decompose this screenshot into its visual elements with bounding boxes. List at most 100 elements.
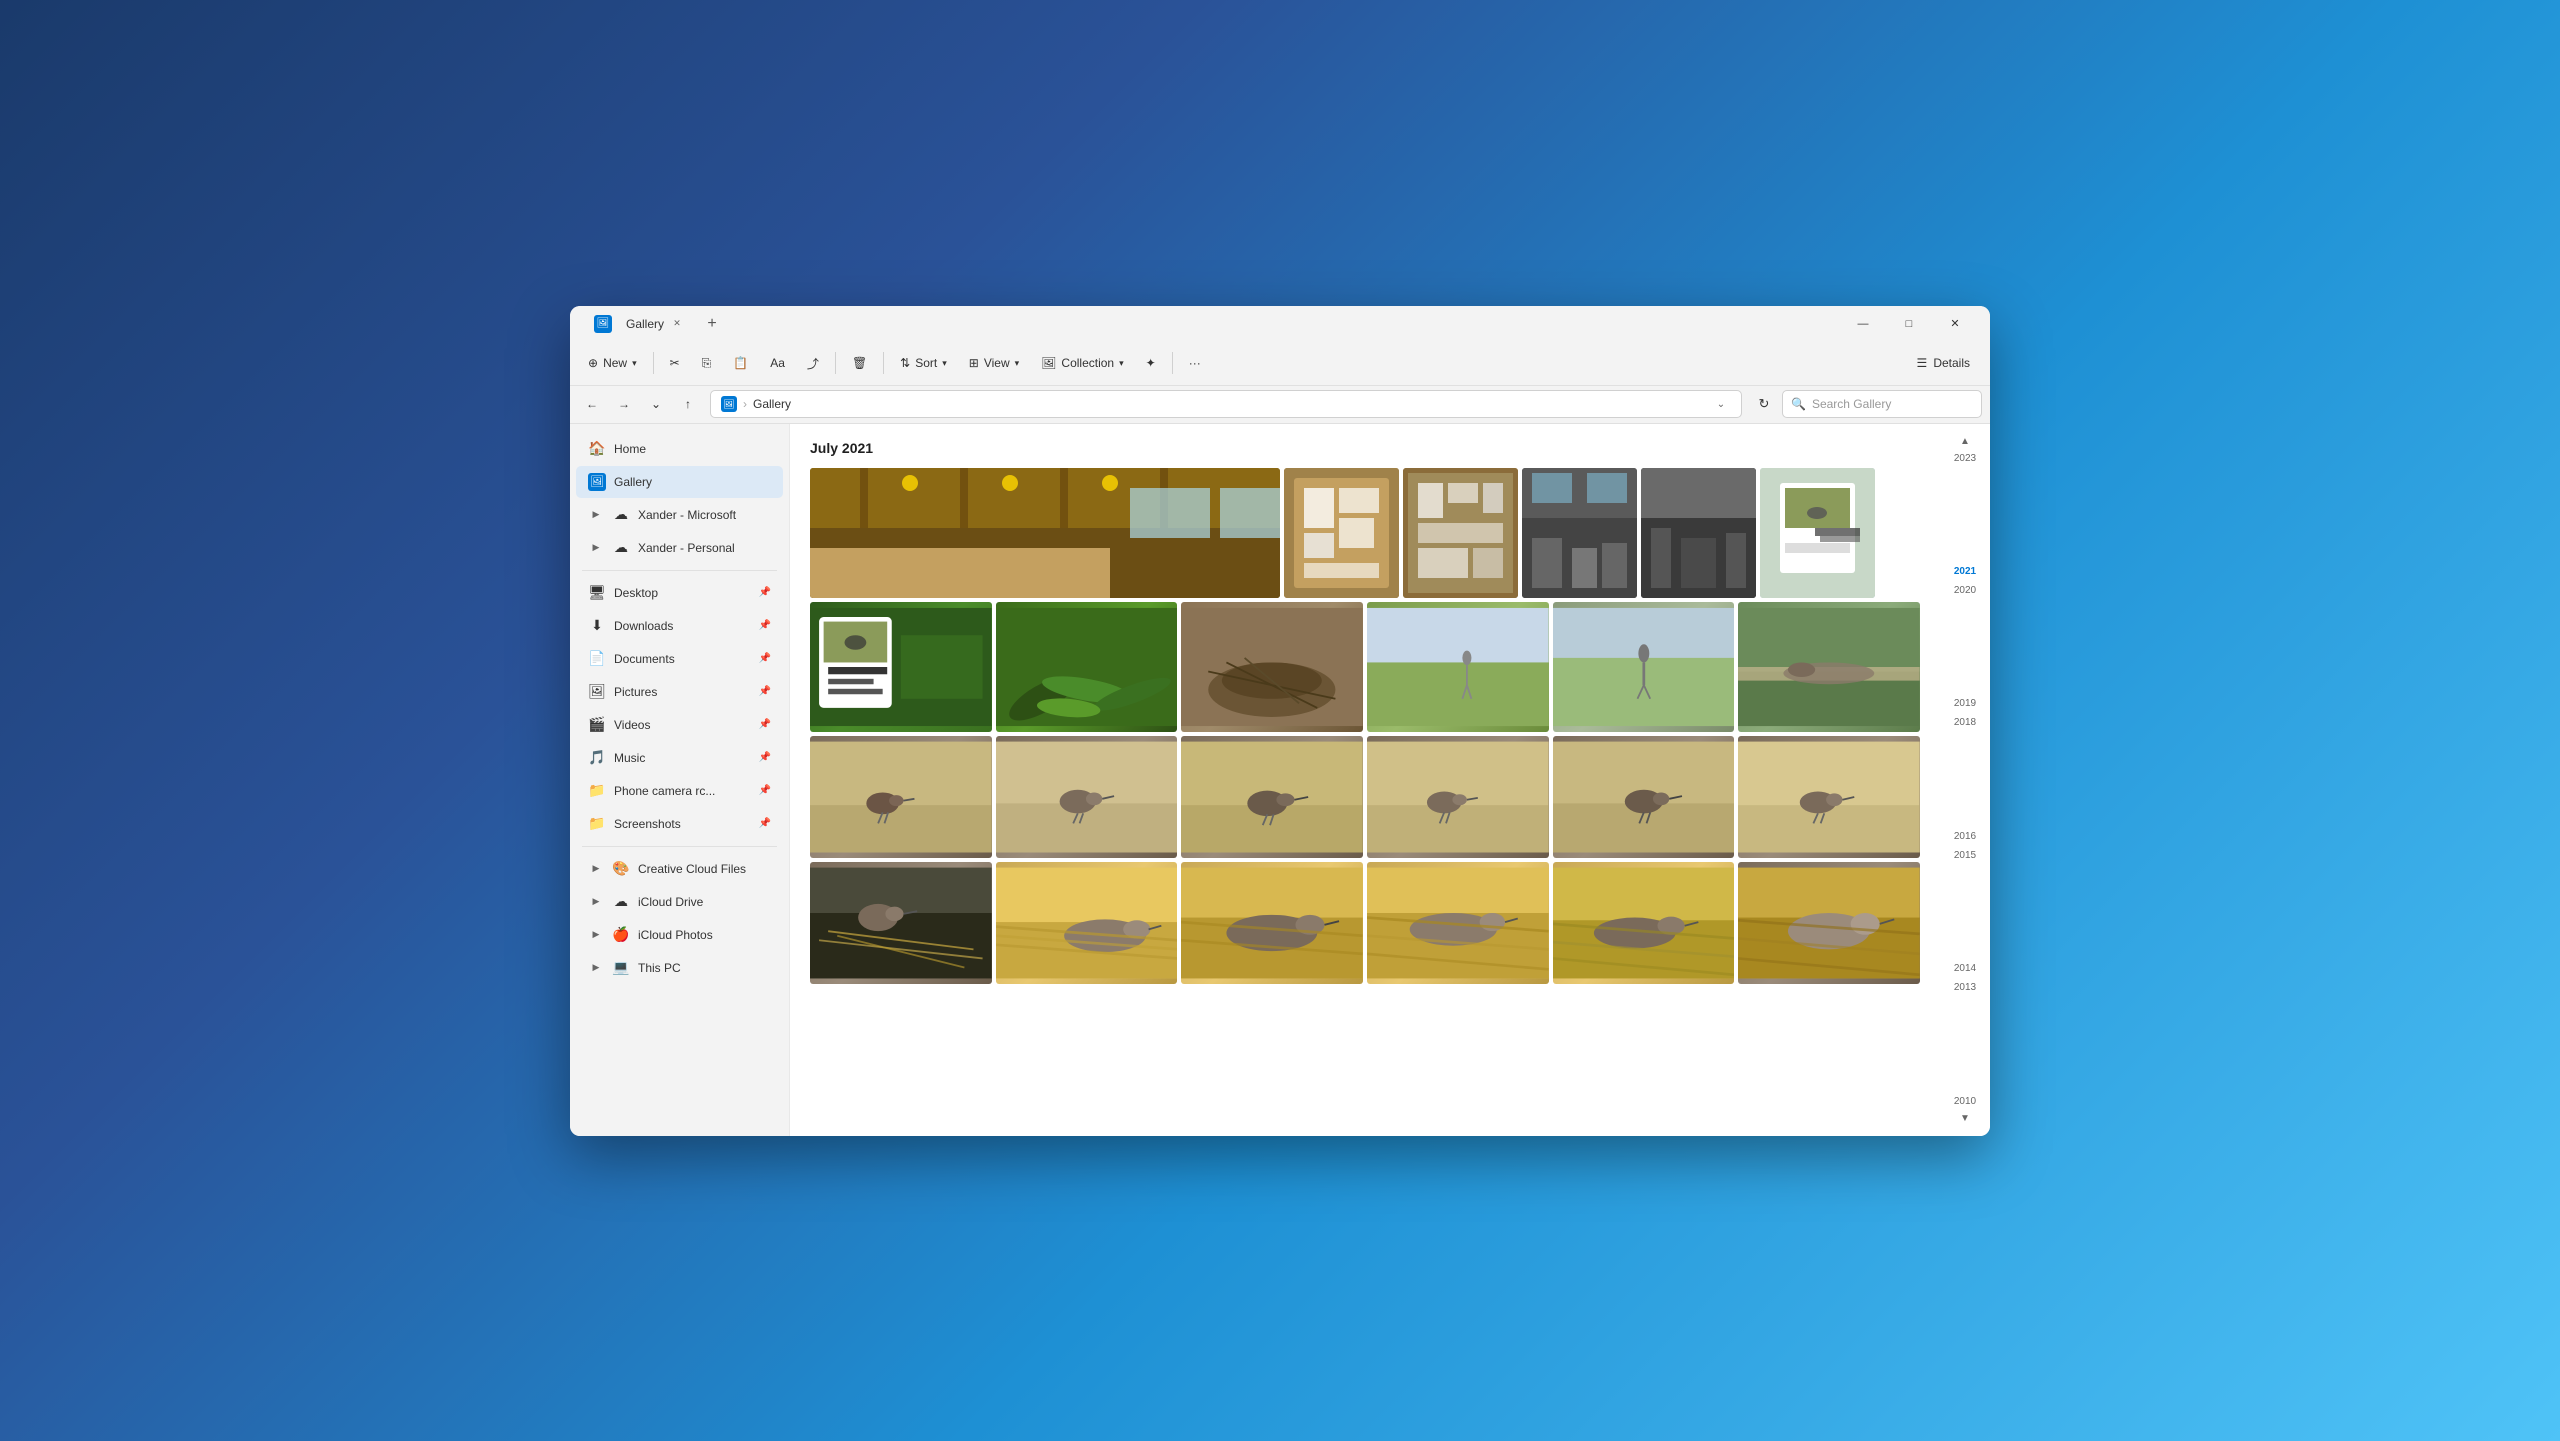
sidebar-item-icloud-drive[interactable]: ▶ ☁ iCloud Drive [576,886,783,918]
sidebar-item-desktop[interactable]: 🖥 Desktop 📌 [576,577,783,609]
downloads-icon: ⬇ [588,617,606,635]
timeline-year-2016[interactable]: 2016 [1952,827,1978,846]
timeline-year-2010[interactable]: 2010 [1952,1092,1978,1111]
separator-1 [653,352,654,374]
separator-4 [1172,352,1173,374]
sidebar-item-xander-personal[interactable]: ▶ ☁ Xander - Personal [576,532,783,564]
expand-icon-3: ▶ [588,861,604,877]
icloud-photos-label: iCloud Photos [638,928,771,942]
collection-button[interactable]: 🖼 Collection ▾ [1031,347,1133,379]
photo-bird-straw-6[interactable] [1738,862,1920,984]
details-button[interactable]: ☰ Details [1905,347,1982,379]
photo-warehouse[interactable] [1522,468,1637,598]
photo-row-3 [810,736,1920,858]
tab-title: Gallery [626,317,664,331]
photo-bird-sand-4[interactable] [1367,736,1549,858]
paste-button[interactable]: 📋 [723,347,758,379]
sidebar-item-documents[interactable]: 📄 Documents 📌 [576,643,783,675]
photo-field[interactable] [1367,602,1549,732]
delete-button[interactable]: 🗑 [842,347,877,379]
timeline-year-2015[interactable]: 2015 [1952,846,1978,865]
pin-icon: 📌 [759,587,771,598]
photo-bird-straw-4[interactable] [1367,862,1549,984]
minimize-button[interactable]: — [1840,306,1886,342]
downloads-label: Downloads [614,619,751,633]
forward-button[interactable]: → [610,390,638,418]
sidebar-item-creative-cloud[interactable]: ▶ 🎨 Creative Cloud Files [576,853,783,885]
photo-corkboard-2[interactable] [1403,468,1518,598]
collection-icon: 🖼 [1041,356,1056,370]
up-button[interactable]: ↑ [674,390,702,418]
photo-bird-straw-2[interactable] [996,862,1178,984]
photo-bird-poster[interactable] [1760,468,1875,598]
photo-heron[interactable] [1553,602,1735,732]
photo-dead-fish[interactable] [1738,602,1920,732]
refresh-button[interactable]: ↻ [1750,390,1778,418]
more-button[interactable]: ··· [1179,347,1211,379]
sort-button[interactable]: ⇅ Sort ▾ [890,347,957,379]
timeline-year-2021[interactable]: 2021 [1952,562,1978,581]
photo-interior[interactable] [810,468,1280,598]
ai-button[interactable]: ✦ [1136,347,1166,379]
sidebar-item-phone-camera[interactable]: 📁 Phone camera rc... 📌 [576,775,783,807]
photo-bird-sand-1[interactable] [810,736,992,858]
sort-icon: ⇅ [900,356,910,370]
timeline-year-2018[interactable]: 2018 [1952,713,1978,732]
sidebar-item-xander-microsoft[interactable]: ▶ ☁ Xander - Microsoft [576,499,783,531]
cut-button[interactable]: ✂ [660,347,690,379]
toolbar: ⊕ New ▾ ✂ ⎘ 📋 Aa ⤴ 🗑 ⇅ Sort ▾ ⊞ [570,342,1990,386]
photo-bird-straw-3[interactable] [1181,862,1363,984]
photo-bird-straw-1[interactable] [810,862,992,984]
search-bar[interactable]: 🔍 Search Gallery [1782,390,1982,418]
sidebar-item-pictures[interactable]: 🖼 Pictures 📌 [576,676,783,708]
rename-button[interactable]: Aa [760,347,795,379]
new-button[interactable]: ⊕ New ▾ [578,347,647,379]
tab-close-button[interactable]: ✕ [670,317,684,331]
timeline-year-2014[interactable]: 2014 [1952,959,1978,978]
sidebar-item-music[interactable]: 🎵 Music 📌 [576,742,783,774]
active-tab[interactable]: 🖼 Gallery ✕ [582,310,696,338]
photo-bird-straw-5[interactable] [1553,862,1735,984]
timeline-down-arrow[interactable]: ▼ [1958,1111,1972,1126]
timeline-year-2023[interactable]: 2023 [1952,449,1978,468]
sidebar-item-gallery[interactable]: 🖼 Gallery [576,466,783,498]
copy-button[interactable]: ⎘ [692,347,722,379]
address-bar[interactable]: 🖼 › Gallery ⌄ [710,390,1742,418]
expand-icon-5: ▶ [588,927,604,943]
view-chevron-icon: ▾ [1015,358,1020,369]
documents-icon: 📄 [588,650,606,668]
address-chevron-icon[interactable]: ⌄ [1711,394,1731,414]
photo-bird-sand-3[interactable] [1181,736,1363,858]
sidebar-item-icloud-photos[interactable]: ▶ 🍎 iCloud Photos [576,919,783,951]
photo-bird-sign-2[interactable] [810,602,992,732]
photo-bird-sand-5[interactable] [1553,736,1735,858]
desktop-label: Desktop [614,586,751,600]
address-app-icon: 🖼 [721,396,737,412]
sidebar-item-home[interactable]: 🏠 Home [576,433,783,465]
maximize-button[interactable]: □ [1886,306,1932,342]
timeline-year-2019[interactable]: 2019 [1952,694,1978,713]
photo-bird-sand-2[interactable] [996,736,1178,858]
photo-bird-sand-6[interactable] [1738,736,1920,858]
collection-chevron-icon: ▾ [1119,358,1124,369]
expand-icon: ▶ [588,507,604,523]
photo-plants[interactable] [996,602,1178,732]
view-button[interactable]: ⊞ View ▾ [959,347,1029,379]
sidebar-item-screenshots[interactable]: 📁 Screenshots 📌 [576,808,783,840]
photo-industrial[interactable] [1641,468,1756,598]
recent-button[interactable]: ⌄ [642,390,670,418]
sidebar-item-downloads[interactable]: ⬇ Downloads 📌 [576,610,783,642]
timeline-year-2013[interactable]: 2013 [1952,978,1978,997]
close-button[interactable]: ✕ [1932,306,1978,342]
more-icon: ··· [1189,356,1201,370]
share-button[interactable]: ⤴ [797,347,829,379]
sidebar-item-this-pc[interactable]: ▶ 💻 This PC [576,952,783,984]
new-tab-button[interactable]: + [700,312,724,336]
sidebar-item-videos[interactable]: 🎬 Videos 📌 [576,709,783,741]
search-placeholder: Search Gallery [1812,397,1891,411]
photo-corkboard[interactable] [1284,468,1399,598]
back-button[interactable]: ← [578,390,606,418]
timeline-up-arrow[interactable]: ▲ [1958,434,1972,449]
timeline-year-2020[interactable]: 2020 [1952,581,1978,600]
photo-nest[interactable] [1181,602,1363,732]
